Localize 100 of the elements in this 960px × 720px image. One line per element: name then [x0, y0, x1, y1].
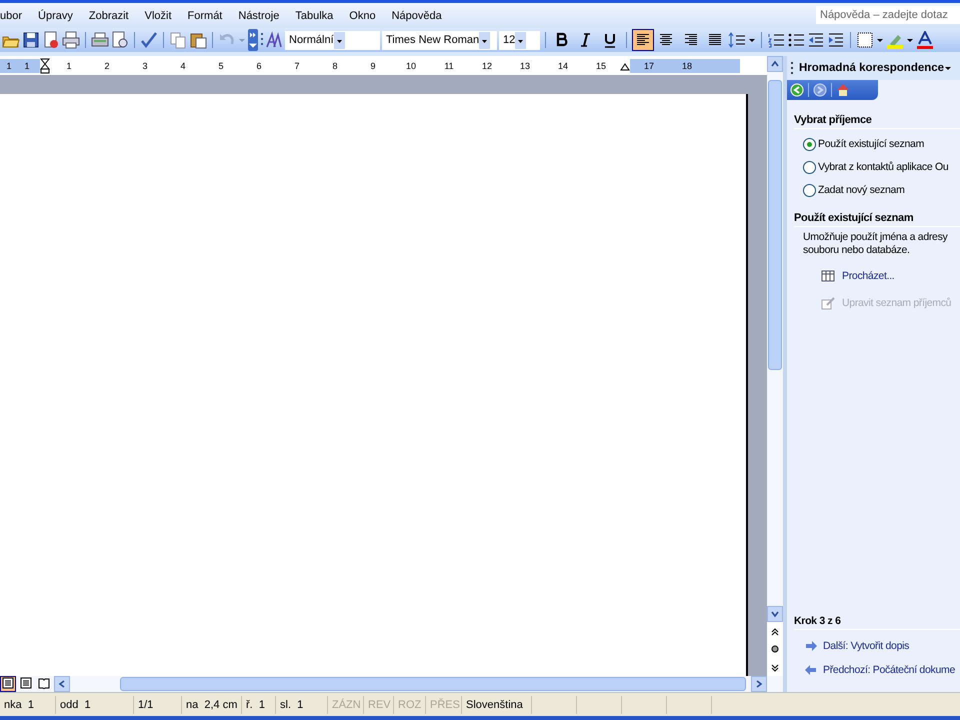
paste-icon[interactable] — [189, 31, 207, 49]
indent-marker-icon[interactable] — [40, 58, 50, 74]
print-preview-icon[interactable] — [111, 31, 129, 49]
ruler-number: 2 — [103, 60, 110, 70]
ruler-number: 18 — [680, 60, 693, 70]
scroll-up-button[interactable] — [767, 56, 783, 72]
status-field: na 2,4 cm — [182, 696, 242, 714]
permission-icon[interactable] — [42, 31, 60, 49]
ruler-number: 14 — [556, 60, 569, 70]
menu-item[interactable]: Okno — [349, 10, 383, 22]
menu-item[interactable]: Nástroje — [238, 10, 286, 22]
scroll-down-button[interactable] — [767, 606, 783, 622]
increase-indent-icon[interactable] — [827, 31, 845, 49]
font-size-dropdown[interactable]: 12 — [499, 30, 540, 50]
dropdown-arrow-icon[interactable] — [944, 64, 952, 72]
radio-button[interactable] — [803, 160, 816, 174]
ruler-number: 8 — [331, 60, 338, 70]
save-icon[interactable] — [22, 31, 40, 49]
menu-item[interactable]: ubor — [0, 10, 30, 22]
status-field: sl. 1 — [276, 696, 328, 714]
ruler-number: 15 — [594, 60, 607, 70]
chevron-up-icon — [771, 60, 779, 68]
scroll-left-button[interactable] — [54, 676, 70, 692]
previous-page-icon — [771, 626, 779, 636]
right-indent-marker-icon[interactable] — [620, 60, 630, 70]
style-dropdown[interactable]: Normální — [285, 30, 380, 50]
align-right-icon — [683, 32, 699, 48]
menu-item[interactable]: Nápověda — [392, 10, 449, 22]
status-field: ZÁZN — [328, 696, 364, 714]
justify-icon — [707, 32, 723, 48]
ruler-number: 3 — [141, 60, 148, 70]
reading-view-button[interactable] — [36, 676, 52, 692]
normal-view-icon — [2, 677, 14, 689]
borders-icon[interactable] — [856, 31, 874, 49]
ruler-number: 4 — [179, 60, 186, 70]
ruler-number: 6 — [255, 60, 262, 70]
step-counter: Krok 3 z 6 — [794, 615, 960, 630]
bullets-icon[interactable] — [787, 31, 805, 49]
chevron-right-icon — [755, 680, 763, 688]
printer-icon[interactable] — [91, 31, 109, 49]
link[interactable]: Procházet... — [842, 270, 894, 282]
status-field: REV — [364, 696, 394, 714]
status-field: odd 1 — [56, 696, 134, 714]
menu-item[interactable]: Formát — [188, 10, 230, 22]
arrow-left-icon[interactable] — [805, 664, 817, 676]
next-page-button[interactable] — [767, 658, 783, 676]
radio-button[interactable] — [803, 138, 816, 150]
arrow-right-icon[interactable] — [805, 640, 817, 652]
menu-item[interactable]: Zobrazit — [88, 10, 136, 22]
menu-item[interactable]: Tabulka — [295, 10, 340, 22]
help-search-field[interactable]: Nápověda – zadejte dotaz — [816, 6, 960, 24]
styles-icon[interactable] — [265, 31, 283, 49]
status-field: PŘES — [426, 696, 462, 714]
spelling-icon[interactable] — [140, 31, 158, 49]
scrollbar-thumb[interactable] — [768, 80, 782, 370]
next-page-icon — [771, 662, 779, 672]
radio-label[interactable]: Zadat nový seznam — [818, 184, 905, 196]
home-icon[interactable] — [836, 83, 850, 97]
decrease-indent-icon[interactable] — [807, 31, 825, 49]
normal-view-button[interactable] — [0, 676, 16, 692]
font-dropdown[interactable]: Times New Roman — [382, 30, 497, 50]
toolbar-options-icon[interactable] — [248, 29, 258, 51]
ruler-number: 7 — [293, 60, 300, 70]
link[interactable]: Předchozí: Počáteční dokume — [823, 664, 955, 676]
print-icon[interactable] — [62, 31, 80, 49]
back-icon[interactable] — [790, 83, 804, 97]
chevron-left-icon — [58, 680, 66, 688]
previous-page-button[interactable] — [767, 622, 783, 640]
menu-item[interactable]: Vložit — [144, 10, 179, 22]
status-field: Slovenština — [462, 696, 532, 714]
ruler-number: 17 — [642, 60, 655, 70]
align-left-button[interactable] — [632, 29, 654, 51]
align-left-icon — [635, 32, 651, 48]
ruler-number: 5 — [217, 60, 224, 70]
radio-label[interactable]: Vybrat z kontaktů aplikace Ou — [818, 161, 948, 173]
ruler-number: 11 — [443, 60, 455, 70]
center-icon — [659, 32, 675, 48]
scroll-right-button[interactable] — [751, 676, 767, 692]
link: Upravit seznam příjemců — [842, 297, 952, 309]
status-field: ROZ — [394, 696, 426, 714]
ruler-number: 1 — [5, 60, 12, 70]
menu-item[interactable]: Úpravy — [38, 10, 80, 22]
bold-icon — [554, 32, 570, 48]
forward-icon[interactable] — [813, 83, 827, 97]
radio-button[interactable] — [803, 184, 816, 196]
ruler-number: 12 — [480, 60, 493, 70]
chevron-down-icon — [771, 610, 779, 618]
ruler-number: 1 — [23, 60, 30, 70]
pane-title: Hromadná korespondence — [799, 62, 944, 74]
scrollbar-thumb[interactable] — [120, 677, 746, 691]
ruler-number: 13 — [518, 60, 531, 70]
numbering-icon[interactable] — [767, 31, 785, 49]
font-color-icon[interactable] — [916, 31, 934, 49]
line-spacing-icon[interactable] — [728, 31, 746, 49]
radio-label[interactable]: Použít existující seznam — [818, 138, 924, 150]
ruler-number: 10 — [404, 60, 417, 70]
table-icon[interactable] — [821, 269, 835, 283]
section-heading: Použít existující seznam — [794, 212, 960, 227]
description-text: Umožňuje použít jména a adresy souboru nebo databáze. — [803, 231, 949, 257]
link[interactable]: Další: Vytvořit dopis — [823, 640, 910, 652]
